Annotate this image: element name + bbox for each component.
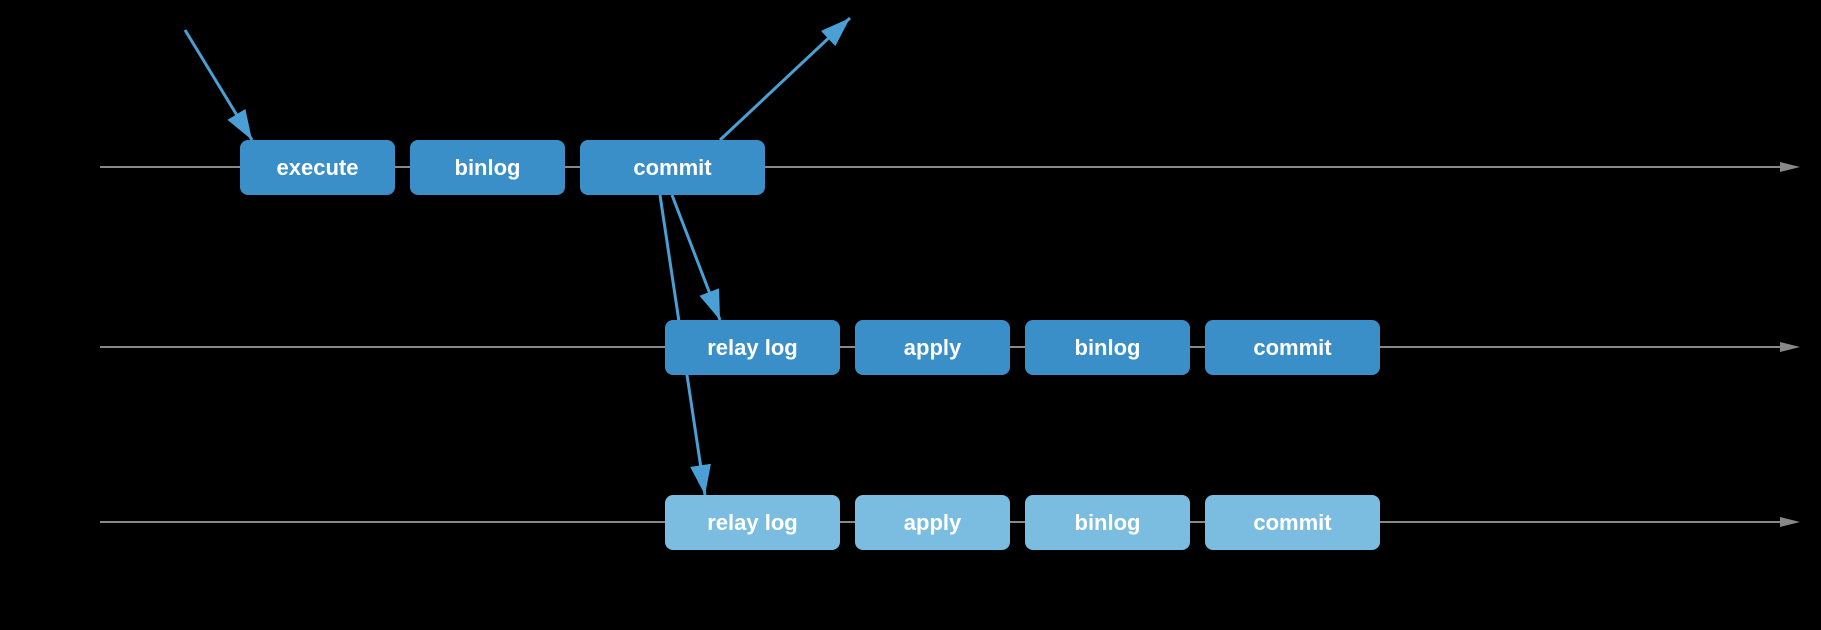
relaylog3-box: relay log — [665, 495, 840, 550]
apply2-box: apply — [855, 320, 1010, 375]
execute-box: execute — [240, 140, 395, 195]
binlog3-label: binlog — [1075, 510, 1141, 536]
relaylog3-label: relay log — [707, 510, 797, 536]
apply2-label: apply — [904, 335, 961, 361]
apply3-box: apply — [855, 495, 1010, 550]
commit2-box: commit — [1205, 320, 1380, 375]
commit2-label: commit — [1253, 335, 1331, 361]
commit3-label: commit — [1253, 510, 1331, 536]
commit1-box: commit — [580, 140, 765, 195]
commit1-label: commit — [633, 155, 711, 181]
binlog3-box: binlog — [1025, 495, 1190, 550]
binlog1-box: binlog — [410, 140, 565, 195]
commit3-box: commit — [1205, 495, 1380, 550]
binlog2-label: binlog — [1075, 335, 1141, 361]
diagram-container: execute binlog commit relay log apply bi… — [0, 0, 1821, 630]
execute-label: execute — [277, 155, 359, 181]
relaylog2-label: relay log — [707, 335, 797, 361]
apply3-label: apply — [904, 510, 961, 536]
binlog2-box: binlog — [1025, 320, 1190, 375]
binlog1-label: binlog — [455, 155, 521, 181]
relaylog2-box: relay log — [665, 320, 840, 375]
